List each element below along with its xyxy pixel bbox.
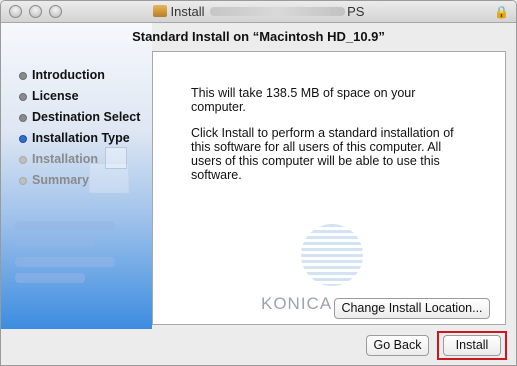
- package-icon: [152, 5, 167, 17]
- step-bullet-icon: [19, 114, 27, 122]
- installer-window: Install PS 🔒 Introduction License Destin…: [0, 0, 517, 366]
- install-description-text: Click Install to perform a standard inst…: [191, 126, 454, 182]
- window-title-prefix: Install: [170, 4, 205, 19]
- lock-icon[interactable]: 🔒: [494, 5, 509, 19]
- sidebar-watermark: [15, 257, 115, 267]
- step-destination-select: Destination Select: [19, 110, 140, 131]
- step-label: Destination Select: [32, 110, 141, 124]
- konica-globe-logo-icon: [301, 224, 363, 286]
- sidebar-watermark: [15, 237, 95, 247]
- step-label: Installation Type: [32, 131, 130, 145]
- go-back-button[interactable]: Go Back: [366, 335, 429, 356]
- title-bar: Install PS 🔒: [1, 1, 516, 23]
- sidebar-decoration-icon: [105, 147, 127, 169]
- konica-logo-text: KONICA: [261, 294, 333, 313]
- sidebar-watermark: [15, 273, 85, 283]
- step-label: License: [32, 89, 79, 103]
- step-label: Introduction: [32, 68, 105, 82]
- step-introduction: Introduction: [19, 68, 140, 89]
- steps-sidebar: Introduction License Destination Select …: [1, 23, 152, 329]
- change-install-location-button[interactable]: Change Install Location...: [334, 298, 490, 319]
- window-title-suffix: PS: [347, 4, 365, 19]
- step-bullet-icon: [19, 156, 27, 164]
- page-title: Standard Install on “Macintosh HD_10.9”: [132, 29, 385, 44]
- step-label: Summary: [32, 173, 89, 187]
- step-bullet-icon: [19, 72, 27, 80]
- install-button[interactable]: Install: [443, 335, 501, 356]
- space-required-text: This will take 138.5 MB of space on your…: [191, 86, 416, 114]
- step-current-bullet-icon: [19, 135, 27, 143]
- step-bullet-icon: [19, 177, 27, 185]
- step-bullet-icon: [19, 93, 27, 101]
- content-pane: This will take 138.5 MB of space on your…: [152, 51, 506, 325]
- step-license: License: [19, 89, 140, 110]
- redacted-product-name: [210, 7, 346, 16]
- window-title: Install PS: [1, 4, 516, 19]
- sidebar-watermark: [15, 221, 115, 231]
